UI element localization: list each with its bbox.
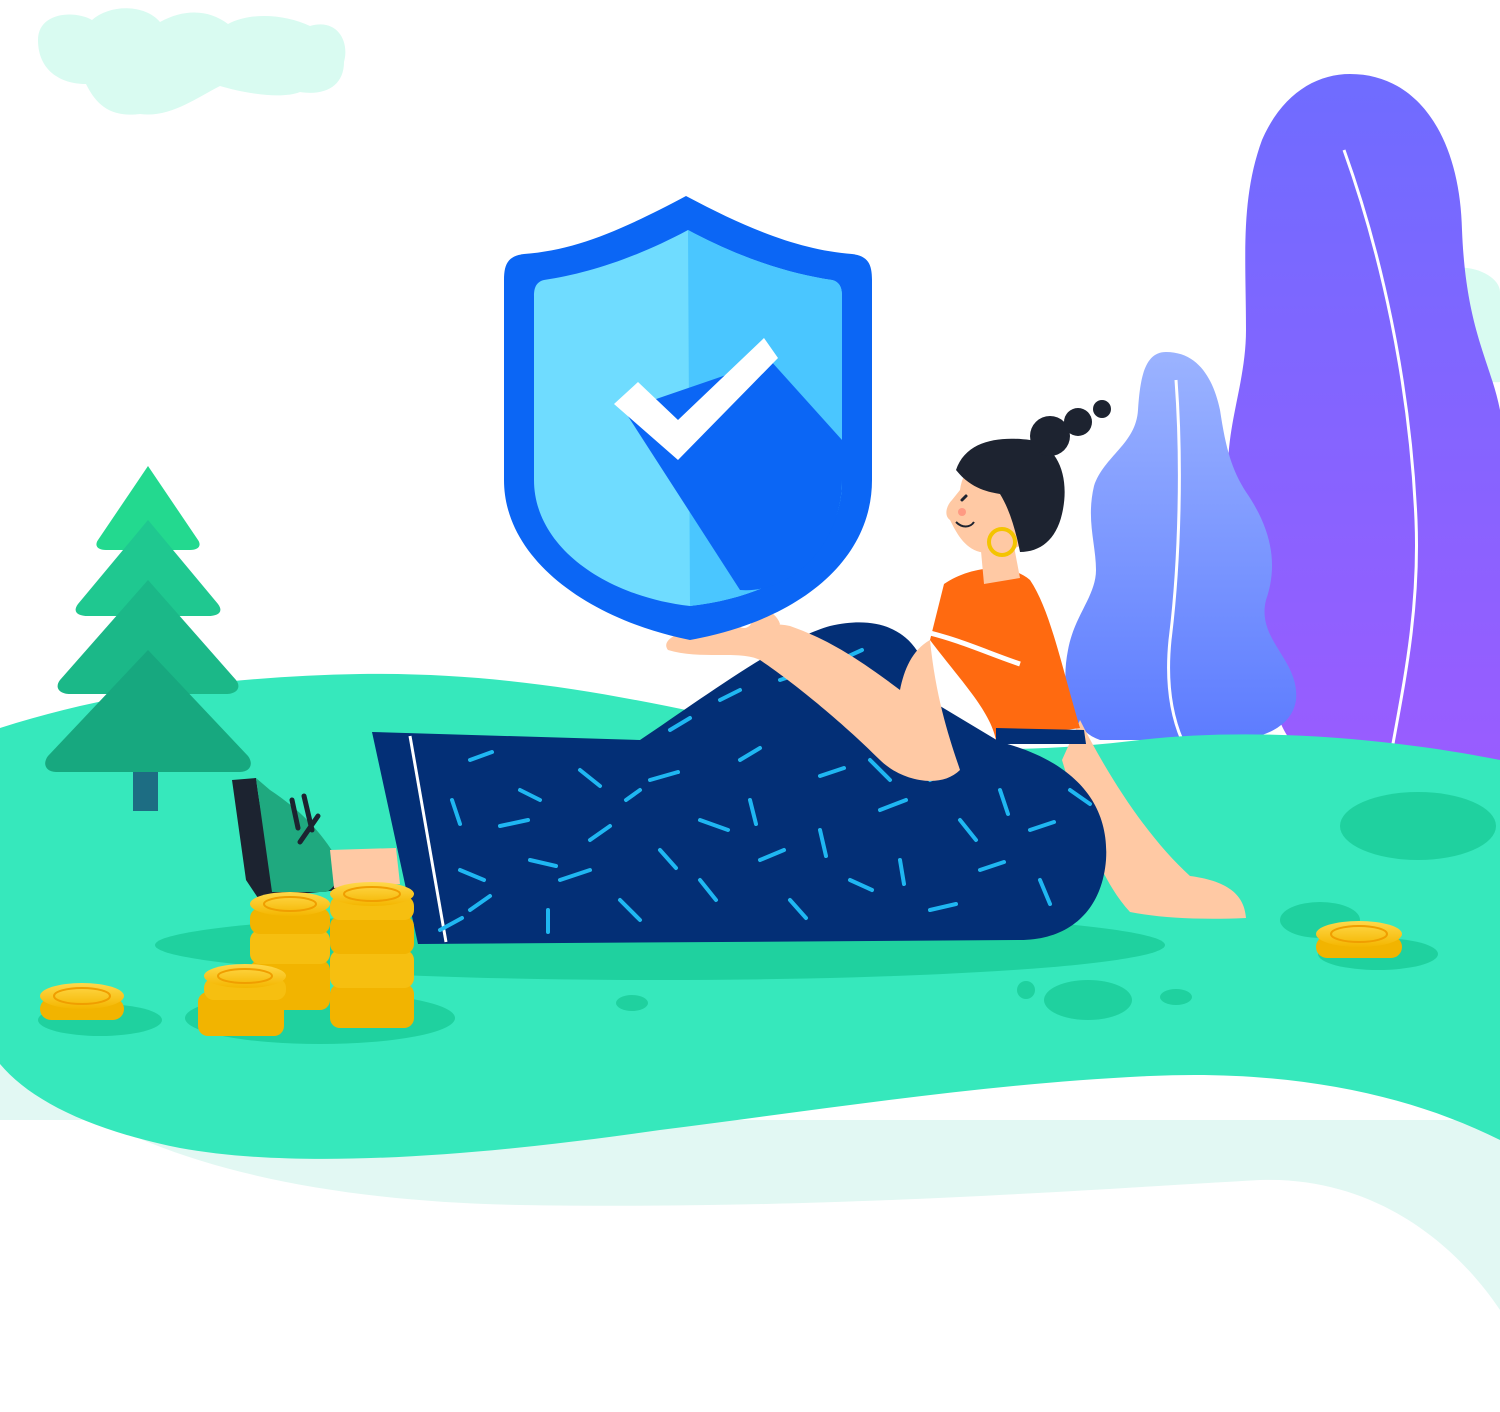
- security-illustration: [0, 8, 1500, 1310]
- cloud-icon: [38, 8, 346, 115]
- shield-check-icon: [504, 196, 872, 640]
- tree-icon: [45, 466, 251, 811]
